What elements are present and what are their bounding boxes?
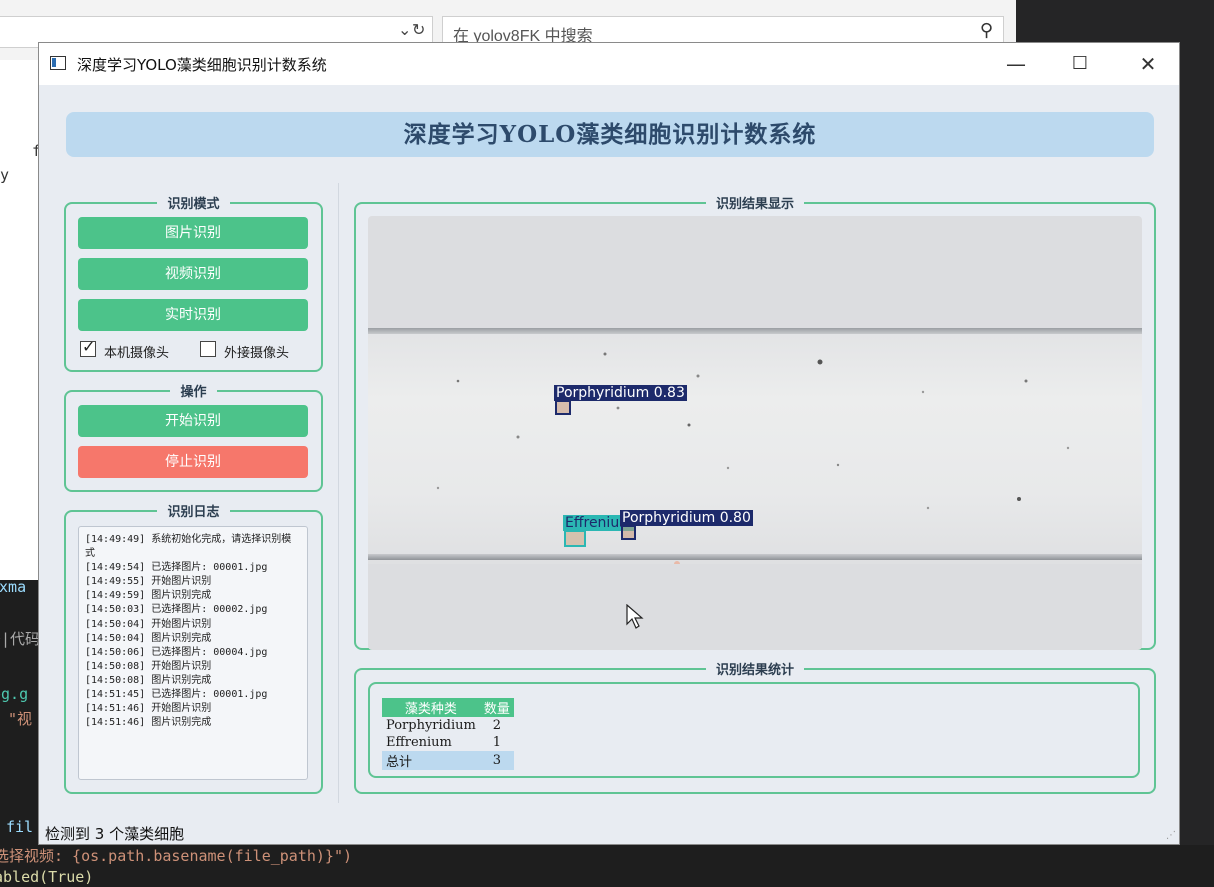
background-editor-panel	[0, 60, 38, 580]
refresh-icon[interactable]: ↻	[412, 20, 425, 39]
total-label: 总计	[382, 751, 480, 770]
start-recognition-button[interactable]: 开始识别	[78, 405, 308, 437]
species-count: 2	[492, 718, 501, 733]
external-camera-checkbox[interactable]	[200, 341, 216, 357]
microscope-image	[368, 328, 1142, 564]
stats-inner-frame: 藻类种类 数量 Porphyridium 2 Effrenium 1 总计 3	[368, 682, 1140, 778]
code-fragment: ixma	[0, 578, 27, 596]
operations-group: 操作 开始识别 停止识别	[64, 385, 323, 492]
code-fragment: 码|代码	[0, 630, 41, 648]
search-icon[interactable]: ⚲	[980, 20, 993, 41]
result-display-legend: 识别结果显示	[705, 197, 804, 212]
table-header-row: 藻类种类 数量	[382, 698, 514, 717]
mode-group: 识别模式 图片识别 视频识别 实时识别 ✓ 本机摄像头 外接摄像头	[64, 197, 323, 372]
close-button[interactable]: ✕	[1125, 49, 1171, 79]
detection-label: Porphyridium 0.80	[620, 510, 753, 526]
title-bar[interactable]: 深度学习YOLO藻类细胞识别计数系统 — ☐ ✕	[39, 43, 1179, 85]
status-bar-text: 检测到 3 个藻类细胞	[45, 825, 185, 843]
log-line: [14:50:03] 已选择图片: 00002.jpg	[85, 604, 268, 616]
chevron-down-icon[interactable]: ⌄	[398, 20, 411, 39]
log-textarea[interactable]: [14:49:49] 系统初始化完成，请选择识别模式 [14:49:54] 已选择…	[78, 526, 308, 780]
species-name: Effrenium	[386, 735, 452, 750]
log-line: [14:51:46] 开始图片识别	[85, 703, 212, 715]
log-line: [14:50:04] 图片识别完成	[85, 632, 212, 644]
detection-image-view[interactable]: Porphyridium 0.83 Effrenium Porphyridium…	[368, 216, 1142, 650]
log-group-legend: 识别日志	[157, 505, 230, 520]
app-window-icon	[50, 56, 66, 70]
operations-group-legend: 操作	[170, 385, 217, 400]
realtime-recognition-button[interactable]: 实时识别	[78, 299, 308, 331]
local-camera-label: 本机摄像头	[104, 346, 170, 361]
log-line: [14:50:06] 已选择图片: 00004.jpg	[85, 646, 268, 658]
log-line: [14:50:08] 开始图片识别	[85, 660, 212, 672]
log-line: [14:49:54] 已选择图片: 00001.jpg	[85, 562, 268, 574]
resize-grip-icon[interactable]: ⋰	[1166, 830, 1176, 841]
detection-box	[621, 525, 636, 540]
column-header-species: 藻类种类	[382, 698, 480, 717]
log-line: [14:51:46] 图片识别完成	[85, 717, 212, 729]
total-count: 3	[479, 751, 514, 770]
video-recognition-button[interactable]: 视频识别	[78, 258, 308, 290]
app-window: 深度学习YOLO藻类细胞识别计数系统 — ☐ ✕ 深度学习YOLO藻类细胞识别计…	[38, 42, 1180, 845]
log-group: 识别日志 [14:49:49] 系统初始化完成，请选择识别模式 [14:49:54…	[64, 505, 323, 794]
log-line: [14:49:49] 系统初始化完成，请选择识别模式	[85, 534, 292, 560]
code-fragment: pg.g	[0, 685, 29, 703]
log-line: [14:50:04] 开始图片识别	[85, 618, 212, 630]
detection-box	[555, 400, 571, 415]
maximize-button[interactable]: ☐	[1057, 49, 1103, 79]
external-camera-label: 外接摄像头	[224, 346, 290, 361]
window-title: 深度学习YOLO藻类细胞识别计数系统	[77, 56, 327, 74]
code-fragment: y	[0, 166, 10, 184]
stats-table: 藻类种类 数量 Porphyridium 2 Effrenium 1 总计 3	[382, 698, 514, 770]
log-line: [14:49:55] 开始图片识别	[85, 576, 212, 588]
table-row: Effrenium 1	[382, 734, 514, 751]
species-name: Porphyridium	[386, 718, 476, 733]
checkmark-icon: ✓	[82, 337, 96, 356]
result-stats-group: 识别结果统计 藻类种类 数量 Porphyridium 2 Effrenium …	[354, 663, 1156, 794]
log-line: [14:49:59] 图片识别完成	[85, 590, 212, 602]
code-fragment: abled(True)	[0, 868, 94, 886]
stop-recognition-button[interactable]: 停止识别	[78, 446, 308, 478]
image-recognition-button[interactable]: 图片识别	[78, 217, 308, 249]
table-row: Porphyridium 2	[382, 717, 514, 734]
column-header-count: 数量	[479, 698, 514, 717]
panel-divider	[338, 183, 339, 803]
page-title: 深度学习YOLO藻类细胞识别计数系统	[66, 112, 1154, 157]
cell-specks	[436, 352, 1070, 564]
code-fragment: "视	[8, 710, 33, 728]
table-total-row: 总计 3	[382, 751, 514, 770]
log-line: [14:51:45] 已选择图片: 00001.jpg	[85, 689, 268, 701]
log-line: [14:50:08] 图片识别完成	[85, 674, 212, 686]
minimize-button[interactable]: —	[993, 49, 1039, 79]
species-count: 1	[492, 735, 501, 750]
code-fragment: fil	[6, 818, 34, 836]
local-camera-checkbox[interactable]: ✓	[80, 337, 96, 357]
result-display-group: 识别结果显示 Porphyridium 0.83 Effrenium Porph…	[354, 197, 1156, 650]
detection-label: Porphyridium 0.83	[554, 385, 687, 401]
mode-group-legend: 识别模式	[157, 197, 230, 212]
code-fragment: 选择视频: {os.path.basename(file_path)}")	[0, 847, 353, 865]
result-stats-legend: 识别结果统计	[705, 663, 804, 678]
mouse-cursor-icon	[626, 604, 644, 629]
detection-box	[564, 530, 586, 547]
